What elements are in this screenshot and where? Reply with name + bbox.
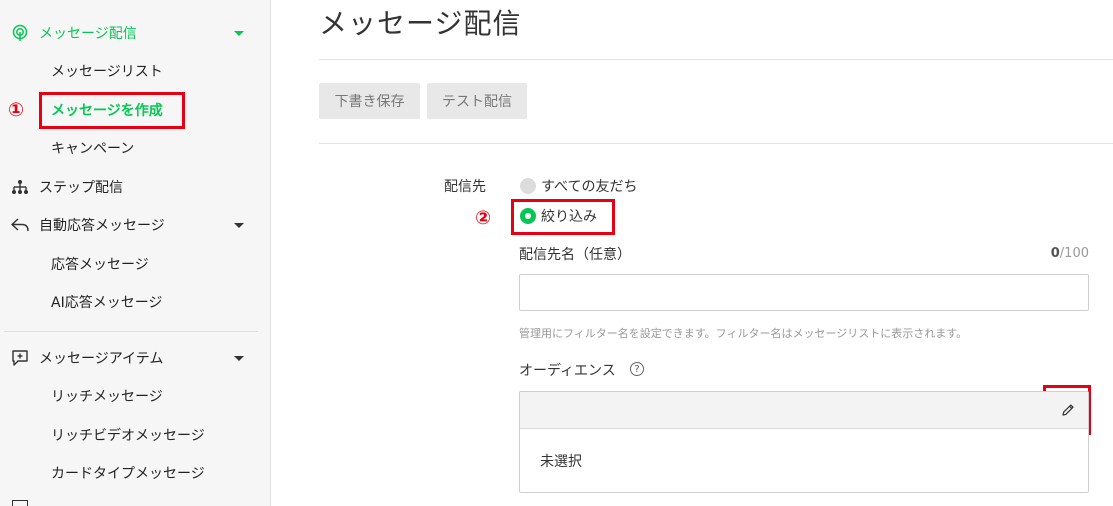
annotation-number-1: ①: [8, 99, 25, 121]
radio-filter-label[interactable]: 絞り込み: [541, 206, 597, 226]
char-max: /100: [1059, 246, 1089, 261]
edit-audience-button[interactable]: [1053, 392, 1083, 428]
sidebar-item-label: リッチメッセージ: [51, 389, 163, 405]
sidebar-item-campaign[interactable]: キャンペーン: [0, 129, 270, 167]
grid-icon: [12, 500, 28, 506]
page-title: メッセージ配信: [319, 7, 522, 40]
audience-panel-header: [520, 392, 1088, 429]
recipient-name-hint: 管理用にフィルター名を設定できます。フィルター名はメッセージリストに表示されます…: [519, 327, 968, 340]
audience-label: オーディエンス: [519, 363, 616, 379]
sidebar-item-label: リッチビデオメッセージ: [51, 428, 205, 444]
chevron-down-icon[interactable]: [234, 222, 244, 228]
recipient-name-input[interactable]: [519, 274, 1089, 311]
annotation-box-1: [39, 92, 185, 129]
sidebar-divider: [4, 331, 258, 332]
chevron-down-icon[interactable]: [234, 30, 244, 36]
help-icon[interactable]: ?: [630, 362, 644, 376]
sidebar-item-auto-reply[interactable]: 自動応答メッセージ: [0, 206, 270, 244]
save-draft-button[interactable]: 下書き保存: [319, 83, 420, 119]
sidebar-item-label: メッセージリスト: [51, 64, 163, 80]
char-counter: 0/100: [1051, 246, 1089, 261]
reply-icon: [10, 215, 30, 235]
sidebar-item-message-list[interactable]: メッセージリスト: [0, 52, 270, 90]
divider: [319, 143, 1113, 144]
sidebar-item-ai-reply[interactable]: AI応答メッセージ: [0, 283, 270, 321]
step-flow-icon: [10, 177, 30, 197]
audience-panel: [519, 391, 1089, 493]
radio-all-friends[interactable]: [520, 178, 536, 194]
sidebar-item-label: ステップ配信: [39, 180, 123, 196]
test-send-button[interactable]: テスト配信: [427, 83, 527, 119]
sidebar: メッセージ配信 メッセージリスト メッセージを作成 キャンペーン ステップ配信 …: [0, 0, 271, 506]
sidebar-item-card-type[interactable]: カードタイプメッセージ: [0, 454, 270, 492]
divider: [319, 59, 1113, 60]
sidebar-item-label: AI応答メッセージ: [51, 295, 163, 311]
sidebar-item-rich-message[interactable]: リッチメッセージ: [0, 377, 270, 415]
sidebar-item-rich-video[interactable]: リッチビデオメッセージ: [0, 416, 270, 454]
sidebar-item-label: 自動応答メッセージ: [39, 218, 165, 234]
sidebar-item-step[interactable]: ステップ配信: [0, 168, 270, 206]
sidebar-item-message-items[interactable]: メッセージアイテム: [0, 339, 270, 377]
radio-filter[interactable]: [520, 208, 536, 224]
sidebar-item-label: メッセージアイテム: [39, 351, 164, 367]
recipient-label: 配信先: [444, 179, 486, 195]
audience-value: 未選択: [540, 454, 582, 470]
broadcast-icon: [10, 23, 30, 43]
annotation-number-2: ②: [475, 207, 492, 229]
sidebar-item-label: メッセージ配信: [39, 26, 137, 42]
sidebar-item-broadcast[interactable]: メッセージ配信: [0, 14, 270, 52]
sidebar-item-reply-message[interactable]: 応答メッセージ: [0, 245, 270, 283]
pencil-icon: [1062, 404, 1074, 416]
sidebar-item-label: カードタイプメッセージ: [51, 466, 205, 482]
sidebar-item-label: 応答メッセージ: [51, 257, 149, 273]
recipient-name-label: 配信先名（任意）: [519, 247, 631, 263]
char-count: 0: [1050, 246, 1060, 261]
radio-all-friends-label[interactable]: すべての友だち: [541, 176, 637, 196]
message-add-icon: [10, 348, 30, 368]
sidebar-item-label: キャンペーン: [51, 141, 135, 157]
chevron-down-icon[interactable]: [234, 355, 244, 361]
